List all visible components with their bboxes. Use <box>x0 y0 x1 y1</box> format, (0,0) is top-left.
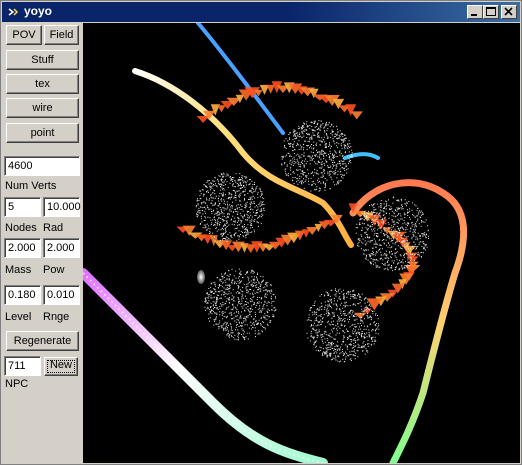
scene-render <box>83 23 468 463</box>
rnge-label: Rnge <box>43 311 70 323</box>
mass-label: Mass <box>5 264 32 276</box>
npc-label: NPC <box>5 378 29 390</box>
new-button[interactable]: New <box>44 357 78 376</box>
point-button[interactable]: point <box>6 123 79 143</box>
minimize-icon <box>471 14 477 16</box>
rad-field[interactable]: 10.000 <box>43 197 81 217</box>
npc-field[interactable]: 711 <box>4 356 41 376</box>
regenerate-button[interactable]: Regenerate <box>6 331 79 351</box>
rad-label: Rad <box>43 222 64 234</box>
pov-button[interactable]: POV <box>6 25 42 45</box>
wire-button[interactable]: wire <box>6 98 79 118</box>
nodes-label: Nodes <box>5 222 37 234</box>
num-verts-field[interactable]: 4600 <box>4 156 80 176</box>
field-button[interactable]: Field <box>44 25 79 45</box>
stuff-button[interactable]: Stuff <box>6 50 79 70</box>
close-icon <box>504 7 513 16</box>
app-window: yoyo POV Field Stuff tex wire point 4600… <box>0 0 522 465</box>
minimize-button[interactable] <box>467 5 483 19</box>
nodes-field[interactable]: 5 <box>4 197 41 217</box>
title-bar[interactable]: yoyo <box>2 2 520 22</box>
window-title: yoyo <box>24 4 53 18</box>
tex-button[interactable]: tex <box>6 74 79 94</box>
maximize-icon <box>486 7 496 16</box>
pow-label: Pow <box>43 264 65 276</box>
app-icon <box>7 6 19 18</box>
pow-field[interactable]: 2.000 <box>43 238 80 258</box>
num-verts-label: Num Verts <box>5 180 57 192</box>
close-button[interactable] <box>501 5 517 19</box>
level-label: Level <box>5 311 32 323</box>
mass-field[interactable]: 2.000 <box>4 238 41 258</box>
render-viewport[interactable] <box>83 23 520 463</box>
rnge-field[interactable]: 0.010 <box>43 285 80 305</box>
control-panel: POV Field Stuff tex wire point 4600 Num … <box>2 23 82 463</box>
maximize-button[interactable] <box>483 5 499 19</box>
level-field[interactable]: 0.180 <box>4 285 41 305</box>
